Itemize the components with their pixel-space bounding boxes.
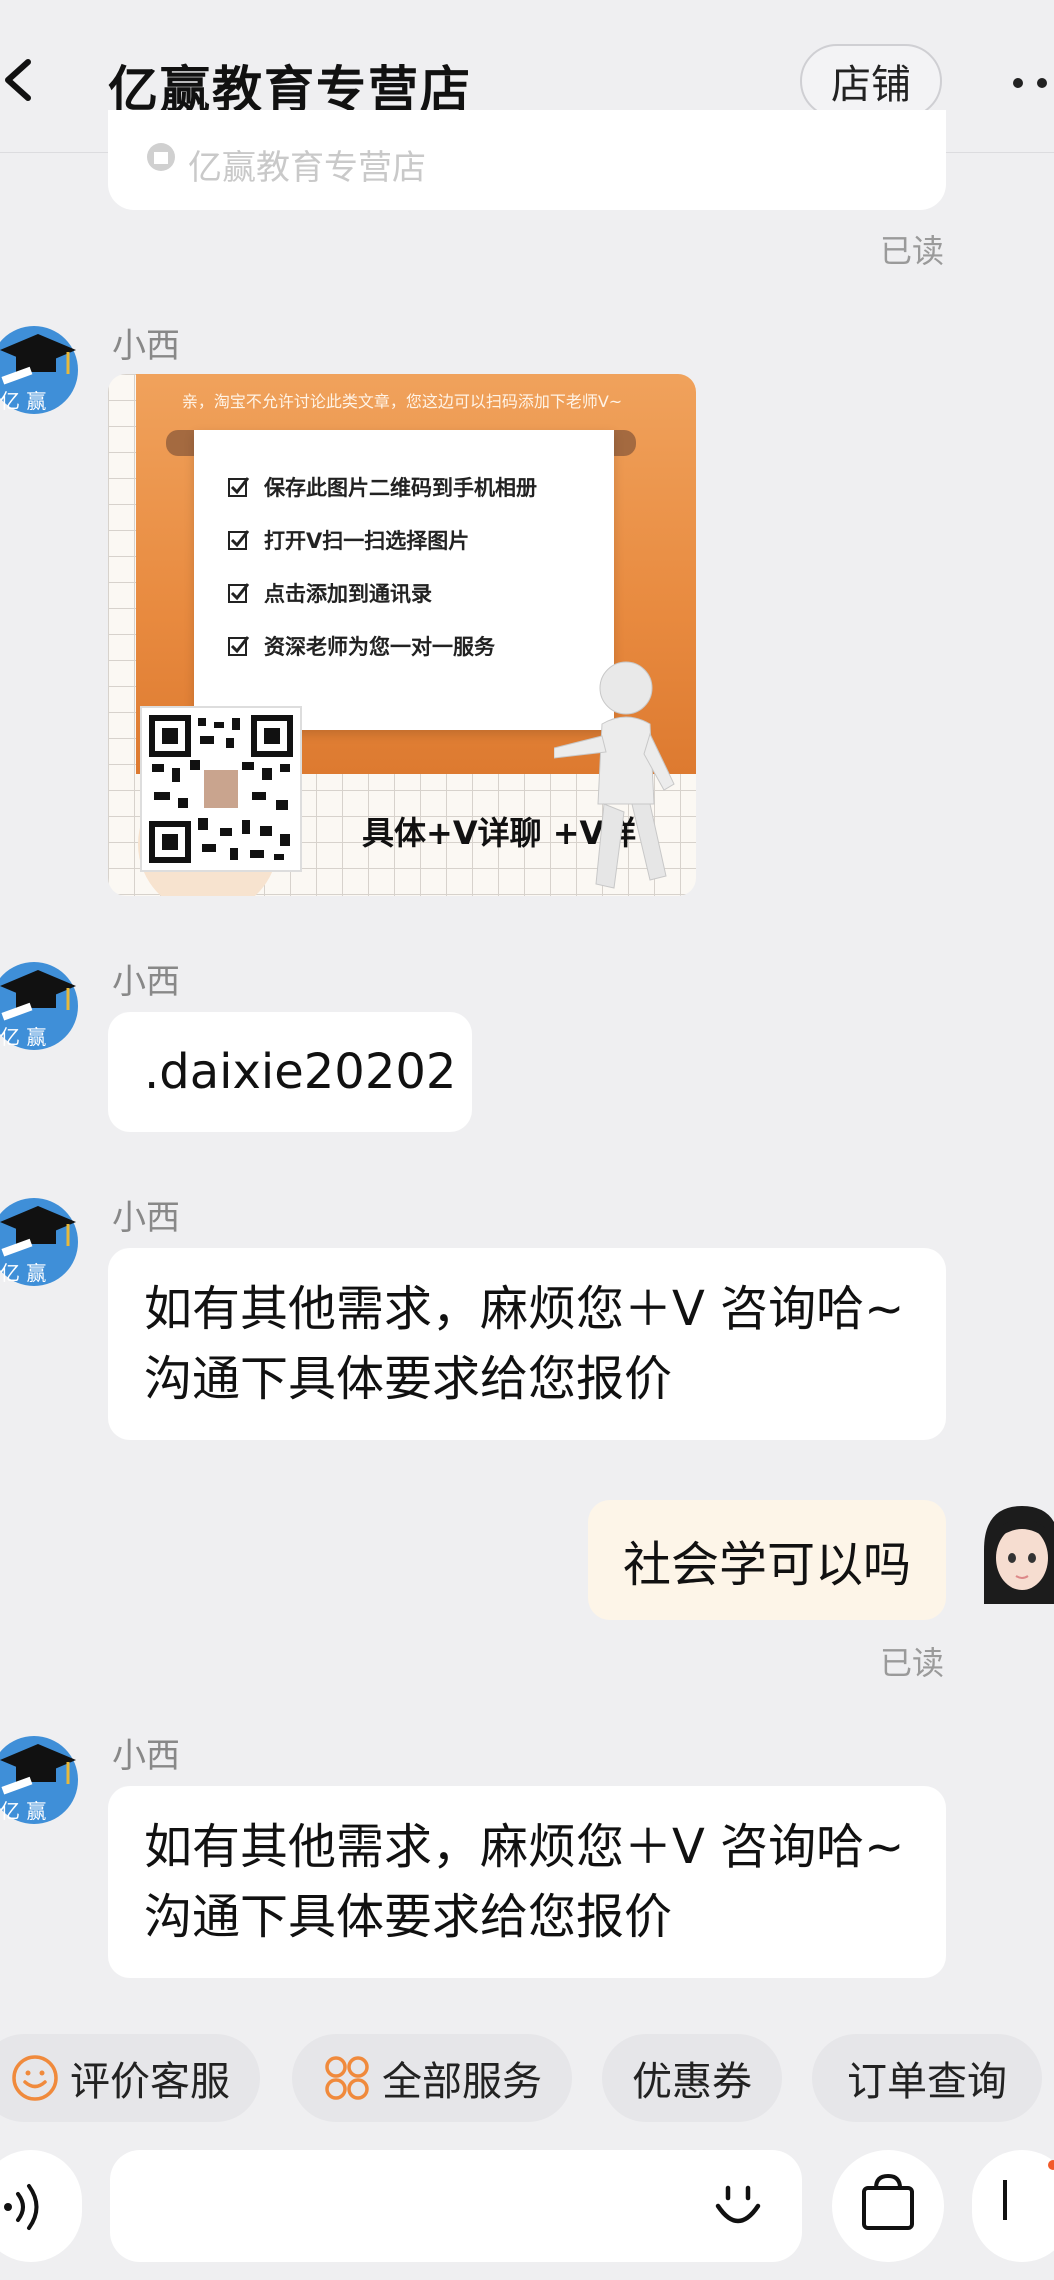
notification-dot — [1048, 2160, 1054, 2170]
coupon-chip[interactable]: 优惠券 — [602, 2034, 782, 2122]
user-avatar-icon[interactable] — [976, 1500, 1054, 1604]
svg-text:亿 赢: 亿 赢 — [0, 1025, 46, 1049]
chip-label: 全部服务 — [382, 2059, 542, 2105]
checkbox-checked-icon — [228, 583, 250, 603]
more-actions-button[interactable] — [972, 2150, 1054, 2262]
graduation-cap-avatar-icon: 亿 赢 — [0, 326, 78, 414]
svg-text:亿 赢: 亿 赢 — [0, 1261, 46, 1285]
message-text-line: 沟通下具体要求给您报价 — [144, 1351, 673, 1407]
checkbox-checked-icon — [228, 477, 250, 497]
agent-avatar[interactable]: 亿 赢 — [0, 316, 80, 420]
checkbox-checked-icon — [228, 530, 250, 550]
graduation-cap-avatar-icon: 亿 赢 — [0, 962, 78, 1050]
message-text-line: 如有其他需求，麻烦您＋V 咨询哈~ — [144, 1819, 905, 1875]
poster-step-text: 打开V扫一扫选择图片 — [264, 529, 470, 553]
sender-name: 小西 — [112, 1736, 180, 1776]
read-status: 已读 — [880, 232, 945, 270]
shop-button[interactable]: 店铺 — [800, 44, 942, 118]
rate-service-chip[interactable]: 评价客服 — [0, 2034, 260, 2122]
agent-avatar[interactable]: 亿 赢 — [0, 1188, 80, 1292]
agent-avatar[interactable]: 亿 赢 — [0, 1726, 80, 1830]
chip-label: 优惠券 — [632, 2059, 752, 2105]
message-text: .daixie20202 — [144, 1044, 457, 1100]
agent-avatar[interactable]: 亿 赢 — [0, 952, 80, 1056]
services-grid-icon — [325, 2056, 369, 2100]
shop-card[interactable]: 亿赢教育专营店 — [108, 110, 946, 210]
message-text: 社会学可以吗 — [622, 1537, 911, 1593]
order-query-chip[interactable]: 订单查询 — [812, 2034, 1042, 2122]
chip-label: 评价客服 — [70, 2059, 230, 2105]
poster-step-text: 保存此图片二维码到手机相册 — [264, 476, 537, 500]
sender-name: 小西 — [112, 326, 180, 366]
shop-icon — [147, 143, 175, 171]
chip-label: 订单查询 — [847, 2059, 1007, 2105]
all-services-chip[interactable]: 全部服务 — [292, 2034, 572, 2122]
voice-wave-icon — [4, 2184, 39, 2230]
svg-text:亿 赢: 亿 赢 — [0, 389, 46, 413]
3d-person-figure-icon — [554, 661, 675, 889]
read-status: 已读 — [880, 1644, 945, 1682]
graduation-cap-avatar-icon: 亿 赢 — [0, 1736, 78, 1824]
sender-name: 小西 — [112, 1198, 180, 1238]
plus-icon — [1003, 2180, 1007, 2220]
graduation-cap-avatar-icon: 亿 赢 — [0, 1198, 78, 1286]
poster-notice: 亲，淘宝不允许讨论此类文章，您这边可以扫码添加下老师V~ — [181, 392, 623, 411]
qr-code — [140, 706, 302, 872]
message-text-line: 沟通下具体要求给您报价 — [144, 1889, 673, 1945]
more-options-icon[interactable] — [1010, 70, 1054, 96]
shop-card-name: 亿赢教育专营店 — [188, 148, 426, 188]
poster-step: 打开V扫一扫选择图片 — [228, 525, 469, 555]
qr-code-icon — [149, 715, 293, 863]
poster-paper: 保存此图片二维码到手机相册 打开V扫一扫选择图片 点击添加到通讯录 资深老师为您… — [194, 430, 614, 730]
svg-text:亿 赢: 亿 赢 — [0, 1799, 46, 1823]
shopping-bag-icon — [862, 2173, 914, 2230]
my-message-bubble[interactable]: 社会学可以吗 — [588, 1500, 946, 1620]
emoji-icon[interactable] — [706, 2178, 770, 2242]
sender-name: 小西 — [112, 962, 180, 1002]
poster-step: 保存此图片二维码到手机相册 — [228, 472, 537, 502]
message-text-line: 如有其他需求，麻烦您＋V 咨询哈~ — [144, 1281, 905, 1337]
message-input[interactable] — [110, 2150, 802, 2262]
back-arrow-icon[interactable] — [0, 50, 40, 110]
poster-step: 资深老师为您一对一服务 — [228, 631, 495, 661]
poster-image[interactable]: 亲，淘宝不允许讨论此类文章，您这边可以扫码添加下老师V~ 保存此图片二维码到手机… — [108, 374, 696, 896]
poster-step-text: 点击添加到通讯录 — [264, 582, 432, 606]
message-bubble[interactable]: 如有其他需求，麻烦您＋V 咨询哈~ 沟通下具体要求给您报价 — [108, 1786, 946, 1978]
poster-step: 点击添加到通讯录 — [228, 578, 432, 608]
message-bubble[interactable]: 如有其他需求，麻烦您＋V 咨询哈~ 沟通下具体要求给您报价 — [108, 1248, 946, 1440]
poster-step-text: 资深老师为您一对一服务 — [264, 635, 495, 659]
smile-face-icon — [12, 2055, 58, 2101]
message-bubble[interactable]: .daixie20202 — [108, 1012, 472, 1132]
checkbox-checked-icon — [228, 636, 250, 656]
